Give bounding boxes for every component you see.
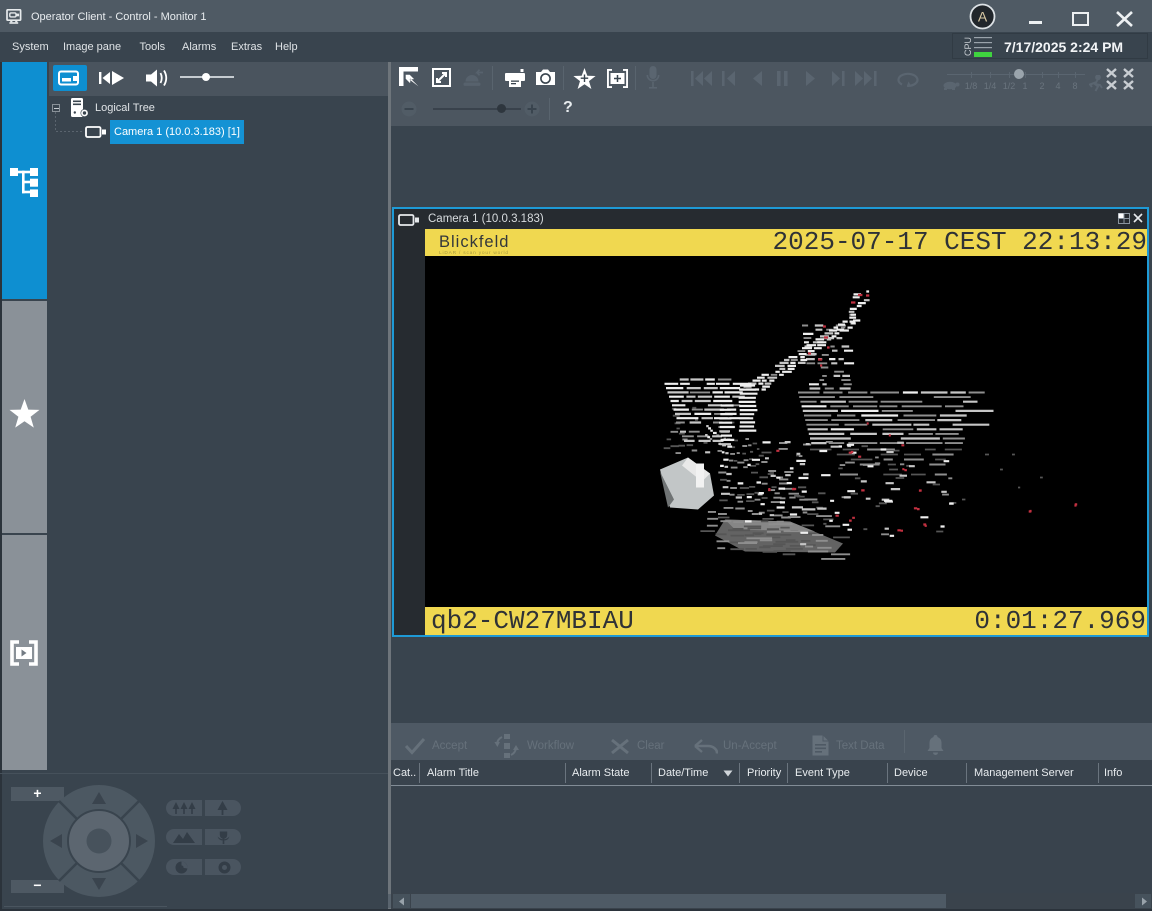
svg-text:A: A (978, 9, 988, 25)
svg-text:Blickfeld: Blickfeld (439, 233, 509, 251)
svg-text:CPU: CPU (963, 37, 973, 56)
